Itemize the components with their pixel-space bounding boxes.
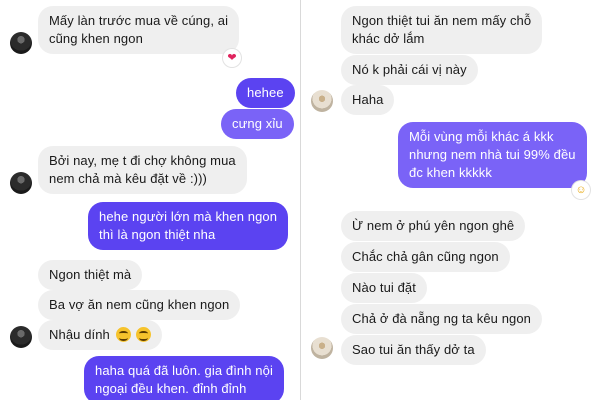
message-bubble[interactable]: Ừ nem ở phú yên ngon ghê <box>341 211 526 241</box>
message-bubble[interactable]: Chắc chả gân cũng ngon <box>341 242 510 272</box>
message-text: Bởi nay, mẹ t đi chợ không mua <box>49 153 236 168</box>
message-text: Chắc chả gân cũng ngon <box>352 249 499 264</box>
message-text: Mỗi vùng mỗi khác á kkk <box>409 129 554 144</box>
message-bubble[interactable]: cưng xỉu <box>221 109 294 139</box>
grinning-face-icon <box>136 327 152 342</box>
message-bubble[interactable]: Haha <box>341 85 395 115</box>
chat-panel-left: Mấy làn trước mua về cúng, ai cũng khen … <box>0 0 300 400</box>
message-text: khác dở lắm <box>352 31 425 46</box>
message-text: Haha <box>352 92 384 107</box>
message-text: nem chả mà kêu đặt về :))) <box>49 171 207 186</box>
avatar[interactable] <box>311 90 333 112</box>
heart-icon[interactable]: ❤ <box>223 49 241 67</box>
message-text: Nhậu dính <box>49 327 110 342</box>
avatar[interactable] <box>10 32 32 54</box>
message-text: hehe người lớn mà khen ngon <box>99 209 278 224</box>
message-bubble[interactable]: hehee <box>236 78 295 108</box>
message-bubble[interactable]: Ba vợ ăn nem cũng khen ngon <box>38 290 241 320</box>
message-bubble[interactable]: Ngon thiệt tui ăn nem mấy chỗ khác dở lắ… <box>341 6 543 54</box>
message-bubble[interactable]: Bởi nay, mẹ t đi chợ không mua nem chả m… <box>38 146 247 194</box>
message-bubble[interactable]: Sao tui ăn thấy dở ta <box>341 335 486 365</box>
message-text: cưng xỉu <box>232 116 283 131</box>
message-bubble[interactable]: Ngon thiệt mà <box>38 260 143 290</box>
message-text: hehee <box>247 85 284 100</box>
message-bubble[interactable]: Chả ở đà nẵng ng ta kêu ngon <box>341 304 543 334</box>
chat-panel-right: Ngon thiệt tui ăn nem mấy chỗ khác dở lắ… <box>300 0 600 400</box>
message-text: Nó k phải cái vị này <box>352 62 467 77</box>
message-bubble[interactable]: hehe người lớn mà khen ngon thì là ngon … <box>88 202 289 250</box>
avatar[interactable] <box>10 172 32 194</box>
message-text: Ba vợ ăn nem cũng khen ngon <box>49 297 230 312</box>
message-bubble[interactable]: Mỗi vùng mỗi khác á kkk nhưng nem nhà tu… <box>398 122 587 188</box>
message-text: thì là ngon thiệt nha <box>99 227 216 242</box>
message-bubble[interactable]: Nhậu dính <box>38 320 163 350</box>
message-text: Ngon thiệt tui ăn nem mấy chỗ <box>352 13 532 28</box>
message-text: cũng khen ngon <box>49 31 143 46</box>
message-bubble[interactable]: Nào tui đặt <box>341 273 427 303</box>
message-bubble[interactable]: haha quá đã luôn. gia đình nội ngoại đều… <box>84 356 284 400</box>
avatar[interactable] <box>311 337 333 359</box>
grinning-face-icon <box>115 327 131 342</box>
smile-icon[interactable]: ☺ <box>572 181 590 199</box>
message-text: đc khen kkkkk <box>409 165 492 180</box>
message-text: ngoại đều khen. đỉnh đỉnh <box>95 381 247 396</box>
message-text: Sao tui ăn thấy dở ta <box>352 342 475 357</box>
message-text: nhưng nem nhà tui 99% đều <box>409 147 576 162</box>
message-text: Ngon thiệt mà <box>49 267 132 282</box>
message-bubble[interactable]: Nó k phải cái vị này <box>341 55 478 85</box>
message-text: Mấy làn trước mua về cúng, ai <box>49 13 229 28</box>
message-text: Chả ở đà nẵng ng ta kêu ngon <box>352 311 532 326</box>
avatar[interactable] <box>10 326 32 348</box>
message-bubble[interactable]: Mấy làn trước mua về cúng, ai cũng khen … <box>38 6 240 54</box>
message-text: Nào tui đặt <box>352 280 416 295</box>
message-text: Ừ nem ở phú yên ngon ghê <box>352 218 515 233</box>
message-text: haha quá đã luôn. gia đình nội <box>95 363 273 378</box>
